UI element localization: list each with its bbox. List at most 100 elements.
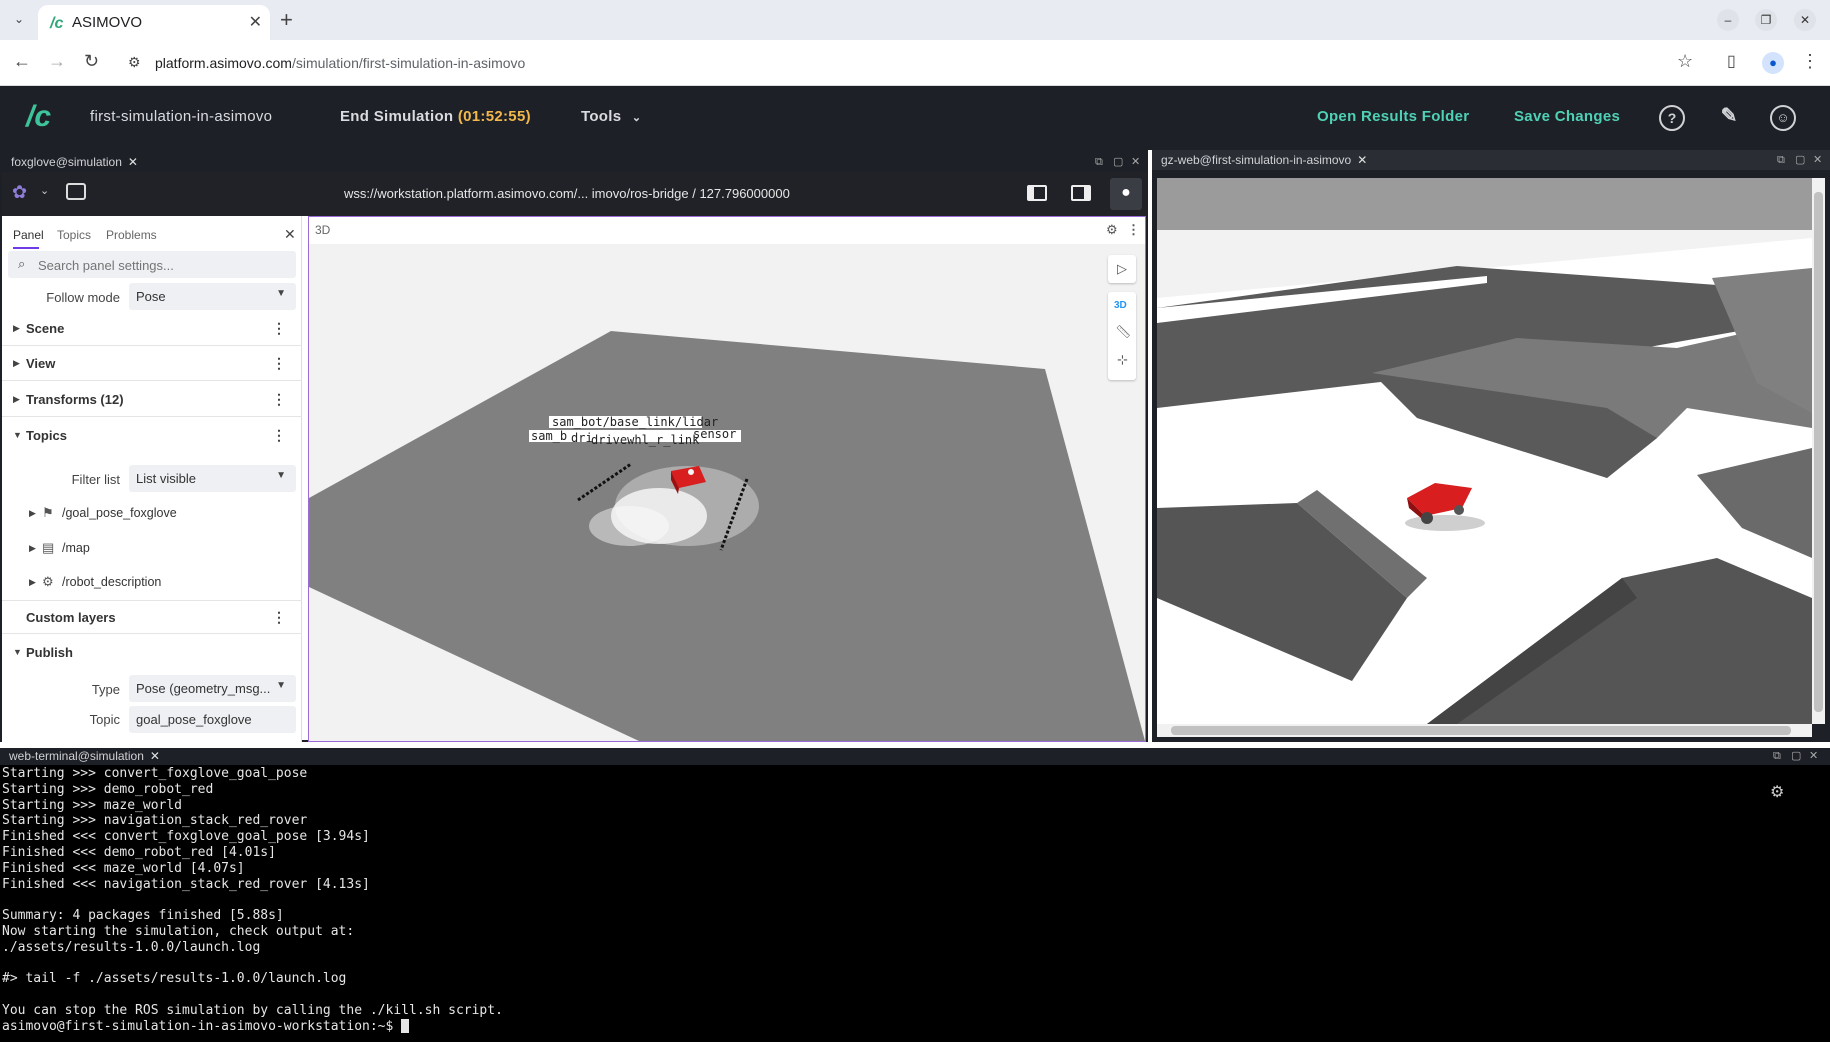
browser-menu-icon[interactable]: ⋮	[1801, 51, 1819, 72]
more-icon[interactable]: ⋮	[272, 391, 286, 408]
user-icon[interactable]: ●	[1110, 178, 1142, 210]
popout-icon[interactable]: ⧉	[1777, 150, 1785, 170]
panel-settings-search[interactable]: ⌕	[8, 251, 296, 278]
left-sidebar-toggle-icon[interactable]	[1027, 185, 1047, 201]
section-publish[interactable]: ▼ Publish	[2, 636, 302, 670]
close-icon[interactable]: ✕	[1809, 748, 1818, 765]
horizontal-scrollbar[interactable]	[1157, 724, 1812, 737]
3d-viewport[interactable]: 3D ⚙ ⋮ sam_bot/base_link/lidar sam_b dri…	[308, 216, 1146, 742]
gazebo-3d-view[interactable]	[1157, 178, 1812, 724]
close-sidebar-icon[interactable]: ✕	[284, 226, 296, 243]
close-window-icon[interactable]: ✕	[1794, 9, 1816, 31]
section-topics[interactable]: ▼ Topics ⋮	[2, 419, 302, 453]
section-scene[interactable]: ▶ Scene ⋮	[2, 312, 302, 346]
3d-toggle-button[interactable]: 3D	[1114, 300, 1127, 311]
viewport-more-icon[interactable]: ⋮	[1127, 222, 1140, 238]
close-tab-icon[interactable]: ✕	[249, 12, 262, 32]
close-pane-icon[interactable]: ✕	[128, 155, 138, 169]
close-pane-icon[interactable]: ✕	[150, 749, 160, 763]
right-sidebar-toggle-icon[interactable]	[1071, 185, 1091, 201]
topic-label: /goal_pose_foxglove	[62, 506, 177, 520]
browser-tab[interactable]: /c ASIMOVO ✕	[38, 5, 270, 40]
tab-problems[interactable]: Problems	[106, 228, 157, 242]
follow-mode-select[interactable]: Pose ▼	[129, 283, 296, 310]
close-icon[interactable]: ✕	[1131, 152, 1140, 172]
url-text[interactable]: platform.asimovo.com/simulation/first-si…	[155, 55, 525, 71]
magic-wand-icon[interactable]: ✎	[1716, 105, 1742, 131]
web-terminal-pane[interactable]: web-terminal@simulation ✕ ⧉ ▢ ✕ Starting …	[0, 748, 1830, 1042]
address-bar[interactable]: ⚙ platform.asimovo.com/simulation/first-…	[120, 45, 1700, 81]
profile-icon[interactable]: ●	[1762, 52, 1784, 74]
terminal-line: You can stop the ROS simulation by calli…	[2, 1002, 503, 1018]
publish-topic-input[interactable]: goal_pose_foxglove	[129, 706, 296, 733]
help-icon[interactable]: ?	[1659, 105, 1685, 131]
more-icon[interactable]: ⋮	[272, 427, 286, 444]
popout-icon[interactable]: ⧉	[1773, 748, 1781, 765]
scrollbar-thumb[interactable]	[1171, 726, 1791, 735]
topic-item[interactable]: ▶ ⚑ /goal_pose_foxglove	[2, 497, 302, 531]
browser-toolbar: ← → ↻ ⚙ platform.asimovo.com/simulation/…	[0, 40, 1830, 86]
new-tab-icon[interactable]: +	[280, 7, 293, 33]
tab-topics[interactable]: Topics	[57, 228, 91, 242]
terminal-line: asimovo@first-simulation-in-asimovo-work…	[2, 1019, 503, 1035]
measure-ruler-icon[interactable]: 📏︎	[1115, 324, 1132, 340]
maximize-icon[interactable]: ▢	[1795, 150, 1805, 170]
terminal-line: #> tail -f ./assets/results-1.0.0/launch…	[2, 971, 347, 987]
more-icon[interactable]: ⋮	[272, 609, 286, 626]
side-panel-icon[interactable]: ▯	[1727, 51, 1736, 71]
back-icon[interactable]: ←	[13, 51, 31, 72]
save-changes-button[interactable]: Save Changes	[1514, 108, 1620, 125]
close-pane-icon[interactable]: ✕	[1357, 153, 1367, 167]
tools-menu[interactable]: Tools ⌄	[581, 108, 641, 125]
bookmark-star-icon[interactable]: ☆	[1677, 51, 1693, 72]
topic-label: /robot_description	[62, 575, 162, 589]
tab-search-icon[interactable]: ⌄	[8, 8, 30, 30]
filter-list-select[interactable]: List visible ▼	[129, 465, 296, 492]
open-results-folder-button[interactable]: Open Results Folder	[1317, 108, 1469, 125]
popout-icon[interactable]: ⧉	[1095, 152, 1103, 172]
terminal-cursor	[401, 1019, 410, 1034]
asimovo-logo[interactable]: /c	[26, 100, 51, 134]
restore-icon[interactable]: ❐	[1755, 9, 1777, 31]
site-info-icon[interactable]: ⚙	[128, 54, 141, 71]
maximize-icon[interactable]: ▢	[1791, 748, 1801, 765]
collapse-icon: ▼	[13, 647, 22, 657]
foxglove-logo-icon[interactable]: ✿	[12, 182, 27, 203]
reload-icon[interactable]: ↻	[84, 51, 99, 72]
connection-url[interactable]: wss://workstation.platform.asimovo.com/.…	[344, 186, 790, 201]
topic-item[interactable]: ▶ ▤ /map	[2, 532, 302, 566]
section-transforms[interactable]: ▶ Transforms (12) ⋮	[2, 383, 302, 417]
more-icon[interactable]: ⋮	[272, 355, 286, 372]
search-input[interactable]	[38, 255, 288, 275]
app-menu-chevron-icon[interactable]: ⌄	[40, 184, 49, 197]
camera-tools: 3D 📏︎ ⊹	[1108, 292, 1136, 380]
section-view[interactable]: ▶ View ⋮	[2, 347, 302, 381]
maximize-icon[interactable]: ▢	[1113, 152, 1123, 172]
gazebo-pane-titlebar: gz-web@first-simulation-in-asimovo ✕ ⧉ ▢ …	[1152, 150, 1830, 170]
topic-item[interactable]: ▶ ⚙ /robot_description	[2, 566, 302, 600]
terminal-pane-title: web-terminal@simulation	[9, 749, 144, 763]
account-icon[interactable]: ☺	[1770, 105, 1796, 131]
publish-type-select[interactable]: Pose (geometry_msg... ▼	[129, 675, 296, 702]
scrollbar-thumb[interactable]	[1814, 192, 1823, 712]
viewport-settings-icon[interactable]: ⚙	[1106, 222, 1118, 238]
3d-scene[interactable]: sam_bot/base_link/lidar sam_b dri drivew…	[309, 244, 1145, 741]
terminal-output[interactable]: Starting >>> convert_foxglove_goal_pose S…	[2, 766, 503, 1035]
close-icon[interactable]: ✕	[1813, 150, 1822, 170]
terminal-line: ./assets/results-1.0.0/launch.log	[2, 939, 261, 955]
add-panel-icon[interactable]	[66, 183, 86, 200]
terminal-settings-icon[interactable]: ⚙	[1770, 782, 1784, 802]
section-custom-layers[interactable]: Custom layers ⋮	[2, 600, 302, 634]
more-icon[interactable]: ⋮	[272, 320, 286, 337]
select-tool-icon[interactable]: ▷	[1108, 255, 1136, 283]
gazebo-pane-title: gz-web@first-simulation-in-asimovo	[1161, 153, 1352, 167]
forward-icon[interactable]: →	[48, 51, 66, 72]
vertical-scrollbar[interactable]	[1812, 178, 1825, 724]
tab-panel[interactable]: Panel	[13, 228, 44, 242]
minimize-icon[interactable]: –	[1717, 9, 1739, 31]
publish-pose-icon[interactable]: ⊹	[1117, 352, 1128, 368]
tools-label: Tools	[581, 108, 622, 125]
flag-icon: ⚑	[42, 505, 54, 520]
end-simulation-button[interactable]: End Simulation (01:52:55)	[340, 108, 531, 125]
